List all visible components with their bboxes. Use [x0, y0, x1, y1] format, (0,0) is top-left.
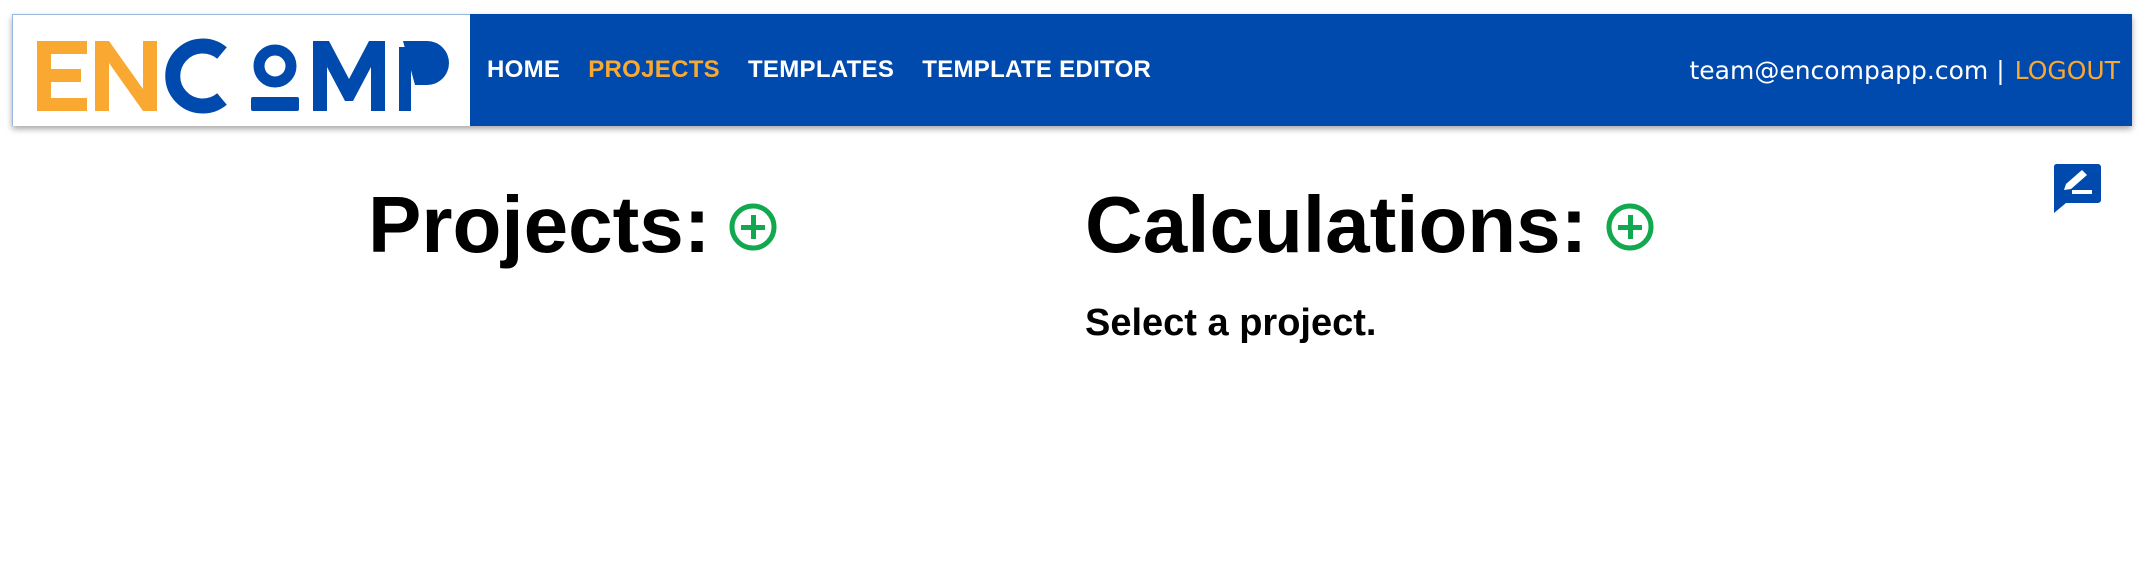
nav-separator: |	[1996, 55, 2005, 85]
logo-container[interactable]	[12, 14, 470, 126]
user-email: team@encompapp.com	[1689, 55, 1989, 85]
nav-template-editor[interactable]: TEMPLATE EDITOR	[922, 56, 1151, 84]
add-project-button[interactable]	[728, 202, 778, 252]
projects-column: Projects:	[368, 170, 778, 280]
projects-heading: Projects:	[368, 180, 711, 269]
main-nav: HOME PROJECTS TEMPLATES TEMPLATE EDITOR	[487, 14, 1179, 126]
plus-circle-icon	[729, 203, 777, 251]
feedback-button[interactable]	[2052, 162, 2102, 219]
calculations-column: Calculations: Select a project.	[1085, 170, 1655, 345]
encomp-logo	[37, 38, 449, 114]
calculations-heading-row: Calculations:	[1085, 170, 1655, 280]
nav-home[interactable]: HOME	[487, 56, 560, 84]
calculations-heading: Calculations:	[1085, 180, 1588, 269]
add-calculation-button[interactable]	[1605, 202, 1655, 252]
nav-projects[interactable]: PROJECTS	[588, 56, 720, 84]
feedback-edit-icon	[2053, 164, 2101, 213]
projects-heading-row: Projects:	[368, 170, 778, 280]
user-area: team@encompapp.com | LOGOUT	[1689, 14, 2120, 126]
nav-templates[interactable]: TEMPLATES	[748, 56, 894, 84]
logout-link[interactable]: LOGOUT	[2015, 56, 2120, 85]
top-navbar: HOME PROJECTS TEMPLATES TEMPLATE EDITOR …	[12, 14, 2132, 126]
select-project-message: Select a project.	[1085, 302, 1377, 344]
plus-circle-icon	[1606, 203, 1654, 251]
